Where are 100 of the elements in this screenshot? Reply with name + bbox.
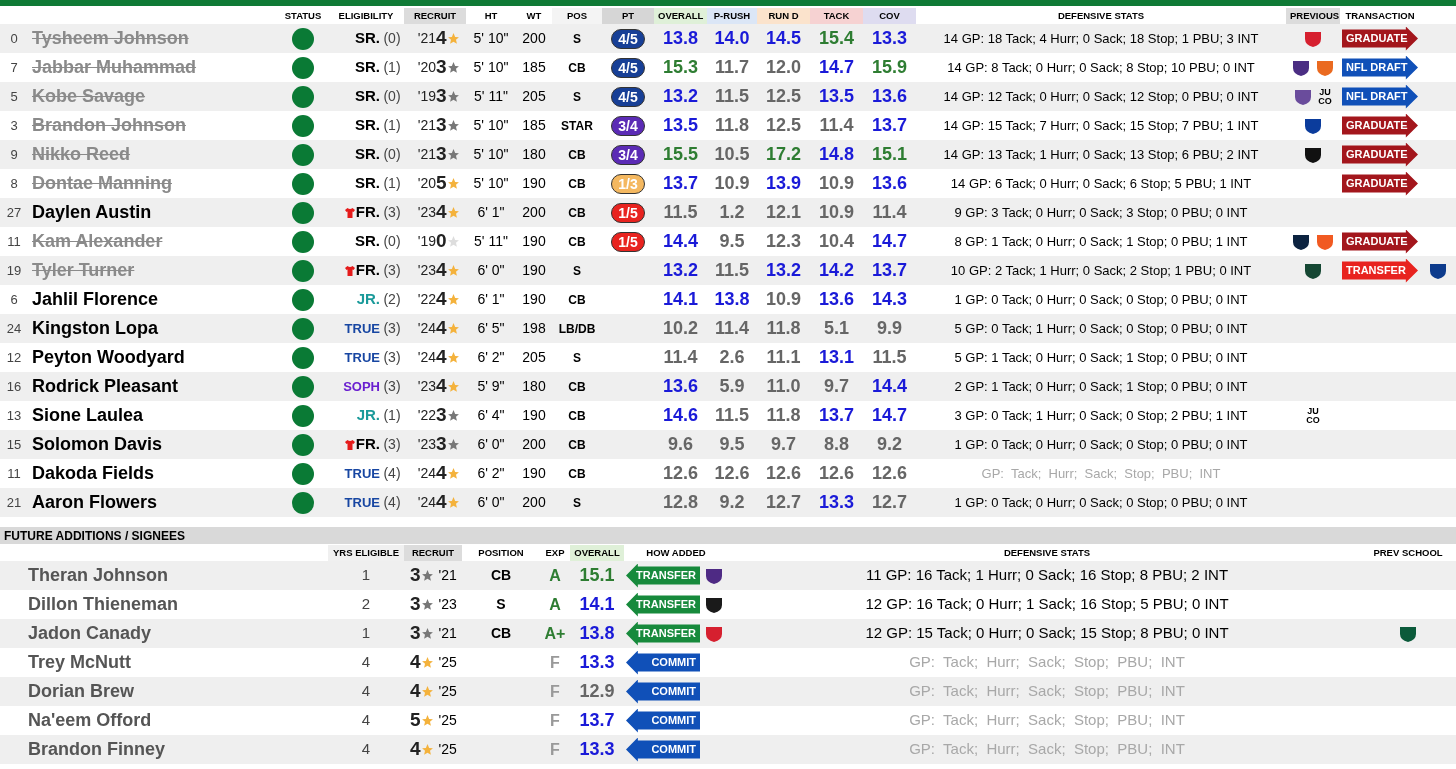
class-label: TRUE	[344, 493, 380, 512]
recruit-year: '21	[438, 624, 457, 643]
recruit-year: '19	[416, 232, 436, 251]
defensive-stats: GP: Tack; Hurr; Sack; Stop; PBU; INT	[908, 652, 1186, 673]
height: 6' 1"	[476, 290, 506, 309]
weight: 180	[521, 377, 547, 396]
transaction-tag: GRADUATE	[1342, 26, 1418, 51]
jersey-number: 5	[9, 87, 19, 106]
recruit-year: '24	[416, 464, 436, 483]
column-header: YRS ELIGIBLE	[328, 545, 404, 562]
grade: 5.9	[718, 375, 746, 398]
position: CB	[567, 465, 587, 483]
column-header: STATUS	[283, 9, 323, 23]
years-left: (3)	[382, 203, 402, 222]
player-name: Dontae Manning	[31, 172, 173, 195]
player-name: Sione Laulea	[31, 404, 145, 427]
defensive-stats: 14 GP: 13 Tack; 1 Hurr; 0 Sack; 13 Stop; 6 PBU; 2 INT	[942, 145, 1260, 164]
grade: 15.1	[578, 564, 616, 587]
recruit-rating: 4	[410, 650, 421, 675]
weight: 200	[521, 29, 547, 48]
defensive-stats: 10 GP: 2 Tack; 1 Hurr; 0 Sack; 2 Stop; 1 PBU; 0 INT	[949, 261, 1253, 280]
recruit-rating: 3	[436, 142, 447, 167]
grade: 9.6	[667, 433, 694, 456]
transaction-tag: GRADUATE	[1342, 171, 1418, 196]
grade: 11.4	[818, 114, 855, 137]
experience-grade: F	[549, 652, 561, 673]
recruit-rating: 5	[436, 171, 447, 196]
height: 5' 10"	[472, 116, 510, 135]
how-added-tag: TRANSFER	[626, 592, 700, 617]
recruit-rating: 4	[436, 345, 447, 370]
recruit-year: '20	[416, 174, 436, 193]
recruit-rating: 4	[436, 461, 447, 486]
position: CB	[567, 291, 587, 309]
years-eligible: 4	[360, 681, 372, 702]
defensive-stats: 14 GP: 12 Tack; 0 Hurr; 0 Sack; 12 Stop; 0 PBU; 0 INT	[942, 87, 1260, 106]
class-label: JR.	[356, 405, 380, 426]
column-header: RECRUIT	[404, 8, 466, 25]
position: S	[572, 349, 582, 367]
player-name: Kam Alexander	[31, 230, 164, 253]
position: CB	[567, 407, 587, 425]
grade: 11.5	[662, 201, 699, 224]
defensive-stats: 14 GP: 6 Tack; 0 Hurr; 0 Sack; 6 Stop; 5 PBU; 1 INT	[949, 174, 1253, 193]
playing-time-badge: 1/5	[611, 202, 645, 223]
grade: 13.6	[870, 85, 908, 108]
recruit-year: '25	[438, 711, 457, 730]
weight: 180	[521, 145, 547, 164]
recruit-rating: 4	[436, 490, 447, 515]
grade: 12.5	[764, 114, 802, 137]
weight: 190	[521, 290, 547, 309]
playing-time-badge: 1/5	[611, 231, 645, 252]
how-added-tag: COMMIT	[626, 708, 700, 733]
player-name: Jabbar Muhammad	[31, 56, 198, 79]
recruit-rating: 3	[436, 403, 447, 428]
column-header: EXP	[544, 546, 566, 560]
recruit-year: '21	[438, 566, 457, 585]
column-header: TRANSACTION	[1344, 9, 1416, 23]
recruit-rating: 3	[410, 563, 421, 588]
jersey-number: 8	[9, 174, 19, 193]
jersey-number: 16	[5, 377, 23, 396]
recruit-rating: 5	[410, 708, 421, 733]
column-header: RECRUIT	[404, 545, 462, 562]
grade: 9.7	[823, 375, 850, 398]
player-name: Jahlil Florence	[31, 288, 160, 311]
grade: 12.8	[661, 491, 699, 514]
class-label: SR.	[355, 231, 380, 252]
grade: 10.9	[817, 172, 855, 195]
grade: 11.5	[871, 346, 908, 369]
weight: 185	[521, 116, 547, 135]
class-label: SOPH	[343, 377, 380, 396]
position: CB	[567, 378, 587, 396]
grade: 13.7	[578, 709, 616, 732]
grade: 13.6	[870, 172, 908, 195]
player-name: Trey McNutt	[28, 651, 133, 674]
recruit-year: '23	[416, 261, 436, 280]
experience-grade: A	[548, 594, 562, 615]
recruit-rating: 3	[436, 113, 447, 138]
defensive-stats: 14 GP: 8 Tack; 0 Hurr; 0 Sack; 8 Stop; 10 PBU; 0 INT	[946, 58, 1256, 77]
column-header: OVERALL	[654, 8, 707, 25]
grade: 13.7	[817, 404, 855, 427]
grade: 11.5	[713, 259, 750, 282]
recruit-year: '23	[416, 435, 436, 454]
grade: 12.1	[764, 201, 802, 224]
position: CB	[567, 175, 587, 193]
recruit-year: '24	[416, 348, 436, 367]
recruit-year: '23	[416, 203, 436, 222]
years-left: (0)	[382, 29, 402, 48]
grade: 14.1	[578, 593, 616, 616]
position: CB	[567, 59, 587, 77]
position: STAR	[560, 117, 594, 135]
grade: 10.9	[713, 172, 751, 195]
class-label: SR.	[355, 57, 380, 78]
grade: 13.3	[870, 27, 908, 50]
class-label: TRUE	[344, 464, 380, 483]
defensive-stats: GP: Tack; Hurr; Sack; Stop; PBU; INT	[980, 464, 1222, 483]
position: S	[572, 88, 582, 106]
grade: 12.3	[764, 230, 802, 253]
grade: 14.1	[661, 288, 699, 311]
grade: 10.9	[764, 288, 802, 311]
years-left: (3)	[382, 319, 402, 338]
grade: 5.1	[823, 317, 850, 340]
